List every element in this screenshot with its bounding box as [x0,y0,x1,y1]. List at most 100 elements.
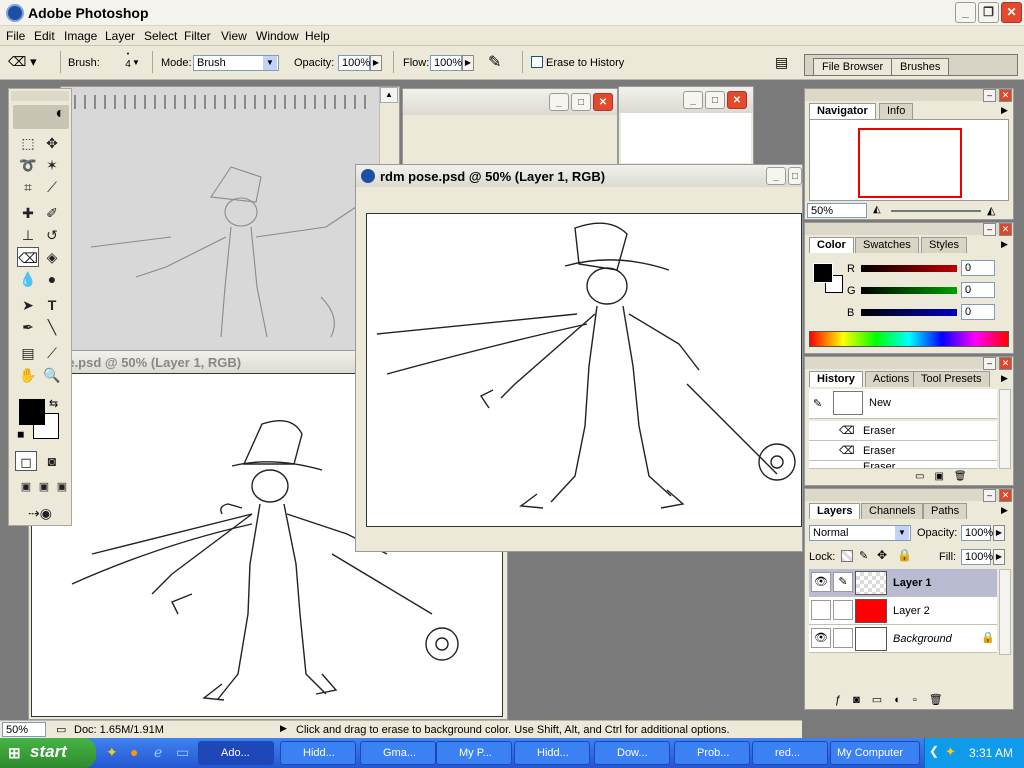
tab-file-browser[interactable]: File Browser [813,58,893,75]
eye-icon[interactable]: 👁 [811,628,831,648]
tab-history[interactable]: History [809,371,863,387]
palette-grip[interactable] [805,223,1013,235]
brush-picker[interactable]: • 4 [108,51,148,75]
zoom-out-icon[interactable]: ◭ [873,204,881,215]
layer-row[interactable]: Layer 2 [809,597,997,625]
jump-to-imageready-icon[interactable]: ⇢◉ [23,503,57,523]
flow-slider-button[interactable]: ▶ [462,55,474,71]
task-gmail[interactable]: Gma... [360,741,436,765]
document-window-minimized[interactable]: _ □ ✕ [618,86,754,166]
palette-grip[interactable] [805,89,1013,101]
close-button[interactable]: ✕ [1001,2,1022,23]
dodge-tool-icon[interactable]: ● [41,269,63,289]
marquee-tool-icon[interactable]: ⬚ [17,133,39,153]
quick-mask-mode-icon[interactable]: ◙ [41,451,63,471]
tab-channels[interactable]: Channels [861,503,924,519]
desktop-icon[interactable]: ▭ [176,744,189,761]
zoom-tool-icon[interactable]: 🔍 [41,365,63,385]
status-menu-arrow-icon[interactable]: ▶ [280,723,287,734]
palette-menu-icon[interactable]: ▤ [775,54,788,71]
tab-styles[interactable]: Styles [921,237,967,253]
document-canvas[interactable] [366,213,802,527]
palette-menu-arrow-icon[interactable]: ▶ [1001,505,1008,516]
healing-brush-tool-icon[interactable]: ✚ [17,203,39,223]
tray-expand-icon[interactable]: ❮ [929,744,939,758]
opacity-slider-button[interactable]: ▶ [370,55,382,71]
add-mask-icon[interactable]: ◙ [853,694,872,706]
task-downloads[interactable]: Dow... [594,741,670,765]
foreground-color-chip[interactable] [813,263,833,283]
magic-wand-tool-icon[interactable]: ✶ [41,155,63,175]
tab-actions[interactable]: Actions [865,371,918,387]
document-window-scan[interactable]: ▲ [60,86,400,352]
status-zoom-input[interactable]: 50% [2,722,46,737]
slice-tool-icon[interactable]: ⟋ [41,177,63,197]
blend-mode-select[interactable]: Normal ▼ [809,525,911,541]
history-state-row[interactable]: Eraser [809,461,997,469]
photoshop-icon[interactable] [6,4,24,22]
standard-mode-icon[interactable]: ◻ [15,451,37,471]
zoom-in-icon[interactable]: ◭ [987,204,995,217]
menu-image[interactable]: Image [60,28,101,44]
menu-window[interactable]: Window [252,28,303,44]
menu-filter[interactable]: Filter [180,28,215,44]
minimize-icon[interactable]: – [983,223,996,236]
history-state-row[interactable]: ⌫ Eraser [809,421,997,441]
green-value-input[interactable]: 0 [961,282,995,298]
task-my-computer[interactable]: My Computer [830,741,920,765]
restore-button[interactable]: ❐ [978,2,999,23]
lasso-tool-icon[interactable]: ➰ [17,155,39,175]
palette-menu-arrow-icon[interactable]: ▶ [1001,239,1008,250]
lock-transparency-icon[interactable] [841,550,853,562]
link-slot[interactable] [833,600,853,620]
eye-icon[interactable]: 👁 [811,572,831,592]
minimize-button[interactable]: _ [766,167,786,185]
type-tool-icon[interactable]: T [41,295,63,315]
adobe-online-icon[interactable]: ◐ [13,105,69,129]
clone-stamp-tool-icon[interactable]: ⊥ [17,225,39,245]
close-icon[interactable]: ✕ [999,223,1012,236]
document-window-rdm-pose[interactable]: rdm pose.psd @ 50% (Layer 1, RGB) _ □ [355,164,803,552]
default-colors-icon[interactable]: ◼ [17,429,24,440]
tab-navigator[interactable]: Navigator [809,103,876,119]
menu-file[interactable]: File [2,28,29,44]
move-tool-icon[interactable]: ✥ [41,133,63,153]
layer-name[interactable]: Layer 2 [893,605,930,617]
task-problem[interactable]: Prob... [674,741,750,765]
layer-name[interactable]: Layer 1 [893,577,932,589]
close-icon[interactable]: ✕ [999,357,1012,370]
hand-tool-icon[interactable]: ✋ [17,365,39,385]
paint-bucket-tool-icon[interactable]: ◈ [41,247,63,267]
link-slot[interactable] [833,628,853,648]
maximize-button[interactable]: □ [788,167,802,185]
menu-layer[interactable]: Layer [101,28,139,44]
close-icon[interactable]: ✕ [999,489,1012,502]
eraser-tool-icon[interactable]: ⌫ [17,247,39,267]
blur-tool-icon[interactable]: 💧 [17,269,39,289]
internet-explorer-icon[interactable]: ℯ [154,744,162,761]
navigator-view-box[interactable] [858,128,962,198]
aim-icon[interactable]: ✦ [106,744,118,761]
scroll-up-icon[interactable]: ▲ [380,87,398,103]
history-brush-tool-icon[interactable]: ↺ [41,225,63,245]
screen-mode-full-icon[interactable]: ▣ [51,477,73,497]
navigator-zoom-input[interactable]: 50% [807,203,867,218]
tab-brushes[interactable]: Brushes [891,58,950,75]
adjustment-layer-icon[interactable]: ◐ [894,694,913,706]
palette-grip[interactable] [805,357,1013,369]
tab-swatches[interactable]: Swatches [855,237,919,253]
doc-size-info[interactable]: Doc: 1.65M/1.91M [74,724,164,736]
flow-input[interactable]: 100% [430,55,462,71]
close-button[interactable]: ✕ [727,91,747,109]
lock-all-icon[interactable]: 🔒 [897,548,912,562]
fill-input[interactable]: 100% [961,549,993,565]
erase-to-history-checkbox[interactable] [531,56,543,68]
crop-tool-icon[interactable]: ⌗ [17,177,39,197]
path-selection-tool-icon[interactable]: ➤ [17,295,39,315]
close-button[interactable]: ✕ [593,93,613,111]
history-brush-icon[interactable]: ✎ [813,397,822,410]
minimize-button[interactable]: _ [955,2,976,23]
task-my-pictures[interactable]: My P... [436,741,512,765]
menu-view[interactable]: View [217,28,251,44]
palette-grip[interactable] [805,489,1013,501]
